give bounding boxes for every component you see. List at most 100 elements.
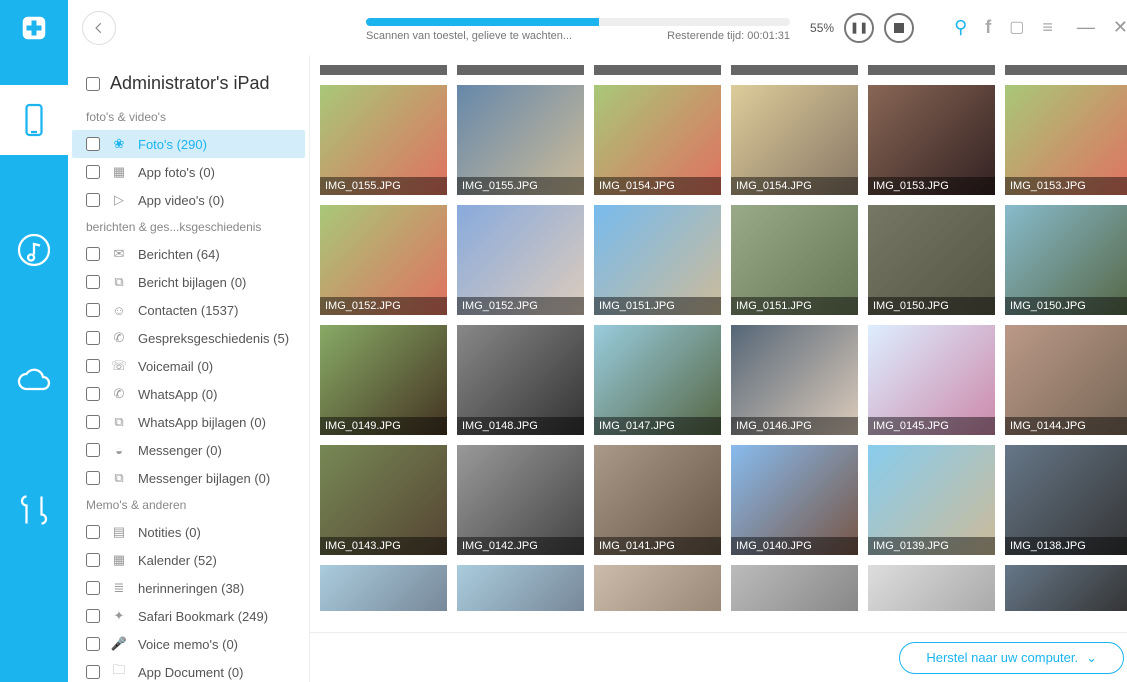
item-label: Gespreksgeschiedenis (5) xyxy=(138,331,289,346)
item-checkbox[interactable] xyxy=(86,387,100,401)
thumbnail[interactable]: IMG_0146.JPG xyxy=(731,325,858,435)
thumbnail[interactable]: IMG_0142.JPG xyxy=(457,445,584,555)
thumbnail[interactable] xyxy=(320,65,447,75)
menu-icon[interactable]: ≡ xyxy=(1042,17,1053,38)
item-checkbox[interactable] xyxy=(86,359,100,373)
item-checkbox[interactable] xyxy=(86,415,100,429)
thumbnail[interactable]: IMG_0149.JPG xyxy=(320,325,447,435)
thumbnail[interactable]: IMG_0154.JPG xyxy=(731,85,858,195)
sidebar-item-safari[interactable]: ✦ Safari Bookmark (249) xyxy=(68,602,309,630)
thumbnail[interactable] xyxy=(594,65,721,75)
app-photos-icon: ▦ xyxy=(110,163,128,181)
item-checkbox[interactable] xyxy=(86,525,100,539)
back-button[interactable] xyxy=(82,11,116,45)
item-checkbox[interactable] xyxy=(86,247,100,261)
key-icon[interactable]: ⚲ xyxy=(954,17,967,38)
thumbnail[interactable]: IMG_0153.JPG xyxy=(868,85,995,195)
sidebar-item-app-photos[interactable]: ▦ App foto's (0) xyxy=(68,158,309,186)
sidebar-item-doc[interactable]: 🗀 App Document (0) xyxy=(68,658,309,682)
thumbnail[interactable]: IMG_0138.JPG xyxy=(1005,445,1127,555)
feedback-icon[interactable]: ▢ xyxy=(1009,17,1024,38)
thumbnail[interactable] xyxy=(457,65,584,75)
item-checkbox[interactable] xyxy=(86,443,100,457)
item-checkbox[interactable] xyxy=(86,637,100,651)
nav-music[interactable] xyxy=(0,215,68,285)
item-checkbox[interactable] xyxy=(86,331,100,345)
facebook-icon[interactable]: f xyxy=(985,17,991,38)
item-label: Notities (0) xyxy=(138,525,201,540)
item-checkbox[interactable] xyxy=(86,193,100,207)
stop-button[interactable] xyxy=(884,13,914,43)
thumbnail[interactable] xyxy=(731,65,858,75)
item-label: Berichten (64) xyxy=(138,247,220,262)
sidebar-item-app-videos[interactable]: ▷ App video's (0) xyxy=(68,186,309,214)
thumbnail[interactable] xyxy=(868,565,995,611)
item-checkbox[interactable] xyxy=(86,581,100,595)
sidebar-item-contacts[interactable]: ☺ Contacten (1537) xyxy=(68,296,309,324)
minimize-button[interactable]: — xyxy=(1077,17,1095,38)
sidebar-item-calls[interactable]: ✆ Gespreksgeschiedenis (5) xyxy=(68,324,309,352)
thumbnail[interactable]: IMG_0152.JPG xyxy=(320,205,447,315)
sidebar-item-voice[interactable]: 🎤 Voice memo's (0) xyxy=(68,630,309,658)
wa-attach-icon: ⧉ xyxy=(110,413,128,431)
sidebar-item-wa-attach[interactable]: ⧉ WhatsApp bijlagen (0) xyxy=(68,408,309,436)
item-checkbox[interactable] xyxy=(86,275,100,289)
nav-tools[interactable] xyxy=(0,475,68,545)
item-checkbox[interactable] xyxy=(86,165,100,179)
sidebar-item-messenger[interactable]: ◒ Messenger (0) xyxy=(68,436,309,464)
recover-button[interactable]: Herstel naar uw computer. ⌄ xyxy=(899,642,1124,674)
thumbnail[interactable]: IMG_0151.JPG xyxy=(731,205,858,315)
thumbnail[interactable]: IMG_0141.JPG xyxy=(594,445,721,555)
device-checkbox[interactable] xyxy=(86,77,100,91)
thumbnail[interactable]: IMG_0148.JPG xyxy=(457,325,584,435)
item-checkbox[interactable] xyxy=(86,303,100,317)
thumbnail[interactable]: IMG_0153.JPG xyxy=(1005,85,1127,195)
thumbnail[interactable]: IMG_0144.JPG xyxy=(1005,325,1127,435)
thumbnail[interactable]: IMG_0139.JPG xyxy=(868,445,995,555)
sidebar-item-messages[interactable]: ✉ Berichten (64) xyxy=(68,240,309,268)
thumbnail[interactable]: IMG_0143.JPG xyxy=(320,445,447,555)
thumbnail[interactable]: IMG_0151.JPG xyxy=(594,205,721,315)
sidebar-item-whatsapp[interactable]: ✆ WhatsApp (0) xyxy=(68,380,309,408)
tools-icon xyxy=(16,492,52,528)
thumbnail[interactable]: IMG_0155.JPG xyxy=(320,85,447,195)
item-checkbox[interactable] xyxy=(86,609,100,623)
thumbnail-caption: IMG_0138.JPG xyxy=(1005,537,1127,555)
item-checkbox[interactable] xyxy=(86,137,100,151)
thumbnail[interactable] xyxy=(594,565,721,611)
thumbnail[interactable] xyxy=(868,65,995,75)
item-checkbox[interactable] xyxy=(86,471,100,485)
sidebar-item-msg-attach[interactable]: ⧉ Bericht bijlagen (0) xyxy=(68,268,309,296)
thumbnail[interactable] xyxy=(731,565,858,611)
item-label: Voicemail (0) xyxy=(138,359,213,374)
thumbnail[interactable] xyxy=(1005,65,1127,75)
thumbnail[interactable] xyxy=(320,565,447,611)
item-checkbox[interactable] xyxy=(86,665,100,679)
thumbnail[interactable]: IMG_0154.JPG xyxy=(594,85,721,195)
sidebar-item-reminders[interactable]: ≣ herinneringen (38) xyxy=(68,574,309,602)
sidebar-item-calendar[interactable]: ▦ Kalender (52) xyxy=(68,546,309,574)
thumbnail[interactable]: IMG_0145.JPG xyxy=(868,325,995,435)
pause-icon: ❚❚ xyxy=(850,21,868,34)
thumbnail[interactable] xyxy=(457,565,584,611)
thumbnail[interactable]: IMG_0140.JPG xyxy=(731,445,858,555)
thumbnail[interactable]: IMG_0150.JPG xyxy=(1005,205,1127,315)
thumbnail[interactable] xyxy=(1005,565,1127,611)
thumbnail[interactable]: IMG_0152.JPG xyxy=(457,205,584,315)
thumbnail[interactable]: IMG_0147.JPG xyxy=(594,325,721,435)
thumbnail-caption: IMG_0152.JPG xyxy=(320,297,447,315)
item-checkbox[interactable] xyxy=(86,553,100,567)
nav-device[interactable] xyxy=(0,85,68,155)
thumbnail[interactable]: IMG_0155.JPG xyxy=(457,85,584,195)
sidebar-item-notes[interactable]: ▤ Notities (0) xyxy=(68,518,309,546)
thumbnail-caption: IMG_0142.JPG xyxy=(457,537,584,555)
thumbnail[interactable]: IMG_0150.JPG xyxy=(868,205,995,315)
music-icon xyxy=(16,232,52,268)
pause-button[interactable]: ❚❚ xyxy=(844,13,874,43)
messages-icon: ✉ xyxy=(110,245,128,263)
sidebar-item-msgr-attach[interactable]: ⧉ Messenger bijlagen (0) xyxy=(68,464,309,492)
nav-cloud[interactable] xyxy=(0,345,68,415)
sidebar-item-photos[interactable]: ❀ Foto's (290) xyxy=(72,130,305,158)
close-button[interactable]: ✕ xyxy=(1113,17,1127,38)
sidebar-item-voicemail[interactable]: ☏ Voicemail (0) xyxy=(68,352,309,380)
